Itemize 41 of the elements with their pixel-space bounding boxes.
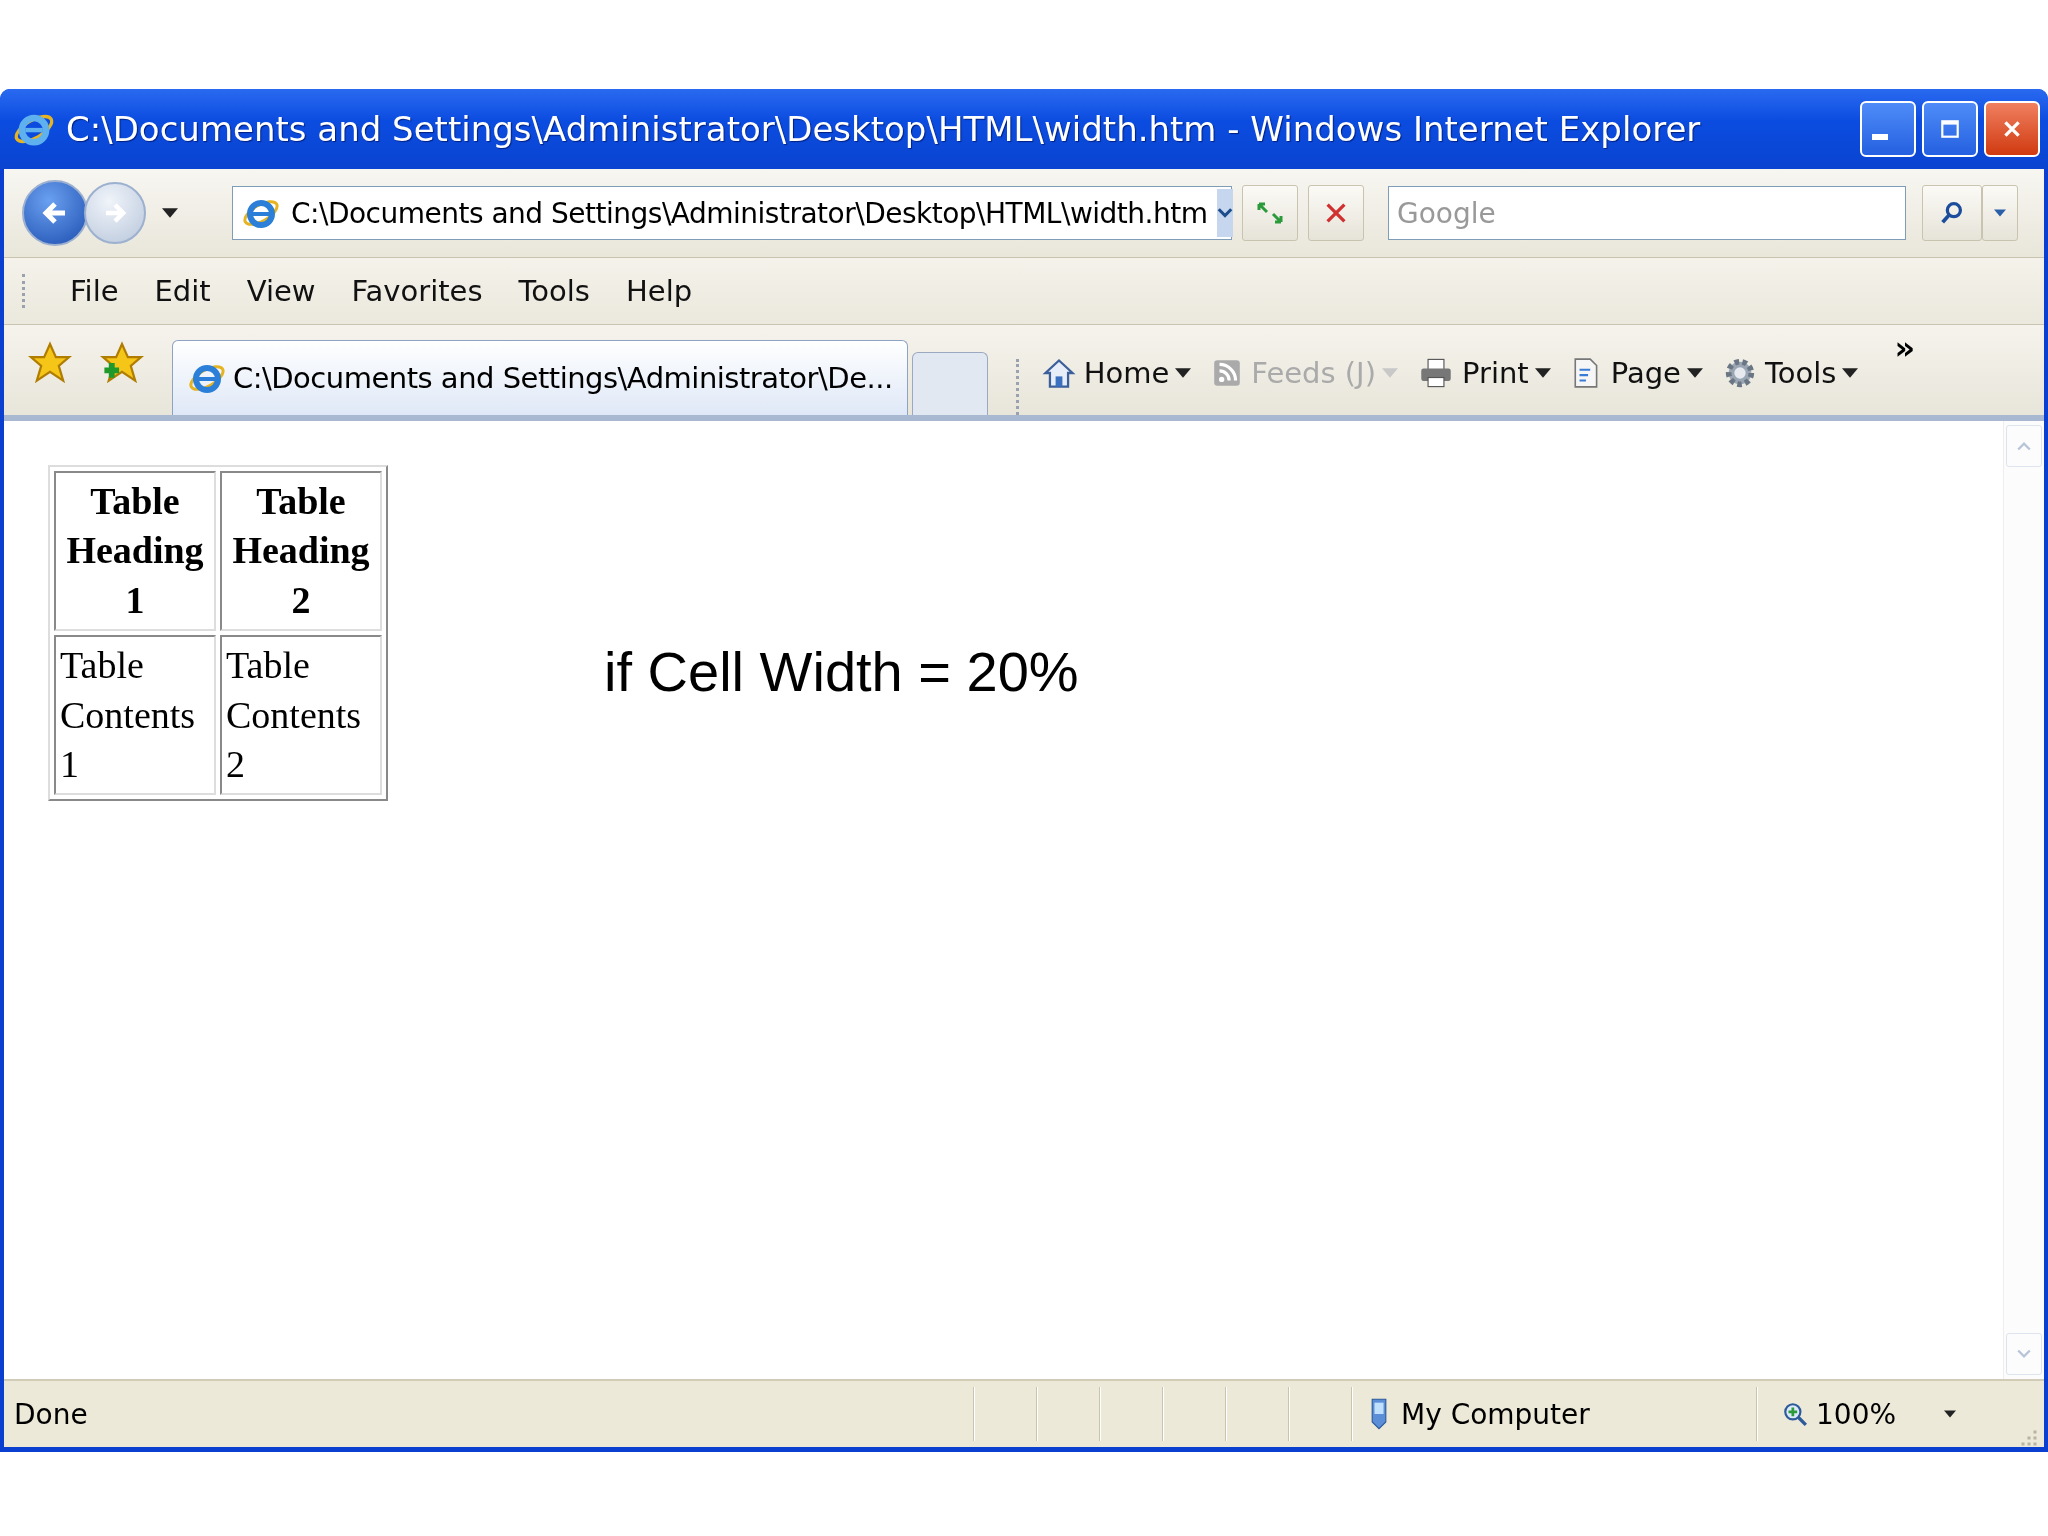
- maximize-icon: [1939, 118, 1961, 140]
- toolbar-button[interactable]: Tools: [1716, 356, 1837, 390]
- minimize-button[interactable]: [1860, 101, 1916, 157]
- house-icon: [1041, 356, 1076, 390]
- caret-icon[interactable]: [1175, 368, 1192, 378]
- chevron-down-icon: [1217, 208, 1234, 218]
- toolbar-button[interactable]: Home: [1035, 356, 1170, 390]
- search-field[interactable]: Google: [1388, 186, 1906, 240]
- table-cell: Table Contents 1: [54, 635, 216, 796]
- table-cell: Table Contents 2: [220, 635, 382, 796]
- caret-icon[interactable]: [1686, 368, 1703, 378]
- resize-grip-icon[interactable]: [2020, 1429, 2038, 1447]
- dropdown-button[interactable]: [1217, 189, 1234, 237]
- stop-button[interactable]: [1308, 185, 1364, 241]
- status-text: Done: [13, 1397, 89, 1431]
- caret-icon[interactable]: [1534, 368, 1551, 378]
- toolbar-button[interactable]: Print: [1412, 356, 1529, 390]
- refresh-button[interactable]: [1242, 185, 1298, 241]
- zoom-icon: [1782, 1401, 1808, 1427]
- window-title: C:\Documents and Settings\Administrator\Desktop\HTML\width.htm - Windows Internet Explorer: [66, 109, 1702, 149]
- caret-icon: [1944, 1410, 1957, 1418]
- search-button[interactable]: [1922, 185, 1982, 241]
- star-icon[interactable]: [28, 341, 72, 385]
- maximize-button[interactable]: [1922, 101, 1978, 157]
- zone-text: My Computer: [1401, 1397, 1590, 1431]
- close-icon: [2001, 118, 2023, 140]
- table-header-cell: Table Heading 2: [220, 471, 382, 632]
- close-button[interactable]: [1984, 101, 2040, 157]
- caret-icon[interactable]: [1842, 368, 1859, 378]
- caption-text: if Cell Width = 20%: [604, 639, 1079, 704]
- zoom-control[interactable]: 100%: [1757, 1387, 1982, 1441]
- minimize-icon: [1872, 134, 1888, 140]
- toolbar-button[interactable]: Page: [1564, 356, 1681, 390]
- caret-icon: [1994, 209, 2006, 217]
- address-field[interactable]: C:\Documents and Settings\Administrator\Desktop\HTML\width.htm: [232, 186, 1232, 240]
- printer-icon: [1418, 356, 1454, 390]
- chevron-button[interactable]: »: [1894, 329, 1916, 367]
- browser-tab[interactable]: C:\Documents and Settings\Administrator\De...: [172, 340, 908, 415]
- table-header-cell: Table Heading 1: [54, 471, 216, 632]
- add-favorite-icon[interactable]: [100, 341, 144, 385]
- caret-icon[interactable]: [162, 208, 178, 218]
